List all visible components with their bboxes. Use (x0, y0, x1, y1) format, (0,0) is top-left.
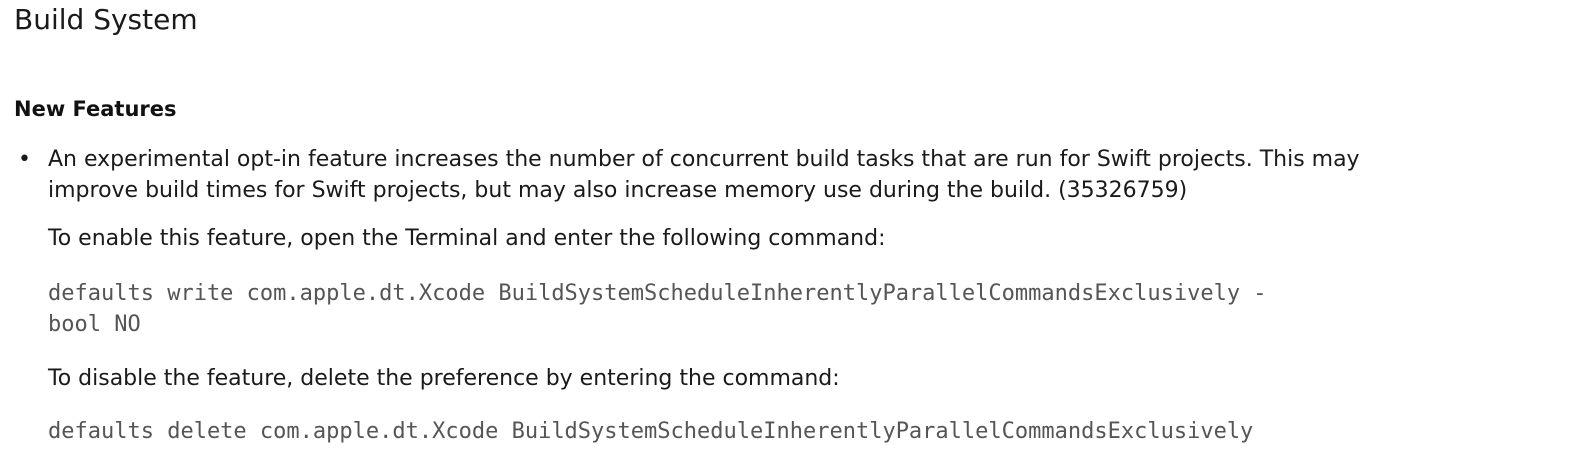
section-title: Build System (14, 3, 198, 36)
bullet-marker: • (18, 147, 31, 172)
enable-command-line-2: bool NO (48, 312, 141, 337)
feature-description-line-1: An experimental opt-in feature increases… (48, 147, 1360, 172)
disable-instructions: To disable the feature, delete the prefe… (48, 366, 840, 391)
disable-command: defaults delete com.apple.dt.Xcode Build… (48, 419, 1254, 444)
enable-instructions: To enable this feature, open the Termina… (48, 226, 886, 251)
subsection-title: New Features (14, 97, 177, 121)
feature-description-line-2: improve build times for Swift projects, … (48, 178, 1188, 203)
release-notes-page: Build System New Features • An experimen… (0, 0, 1572, 460)
enable-command-line-1: defaults write com.apple.dt.Xcode BuildS… (48, 281, 1267, 306)
